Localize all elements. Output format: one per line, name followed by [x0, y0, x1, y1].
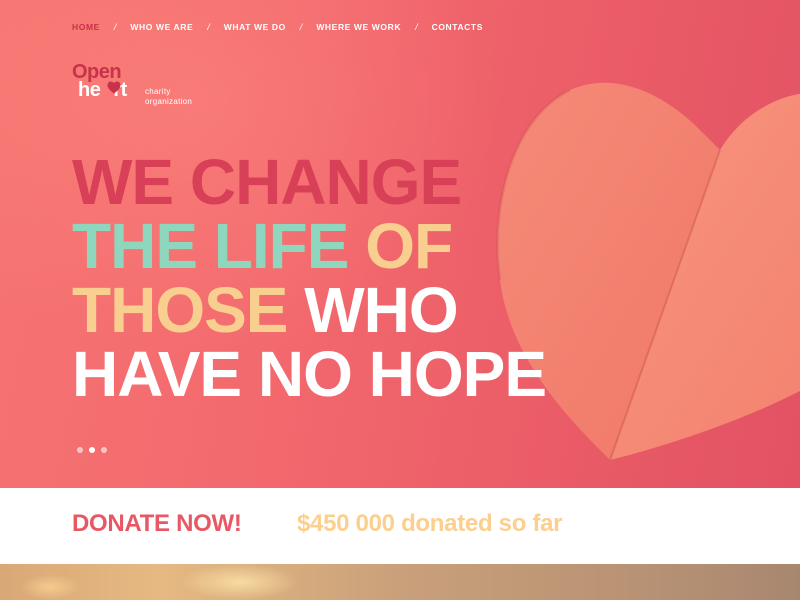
nav-separator: / [113, 22, 117, 32]
slider-dot-1[interactable] [77, 447, 83, 453]
headline-who: WHO [304, 274, 458, 346]
donate-bar: DONATE NOW! $450 000 donated so far [0, 488, 800, 564]
logo-tagline-line1: charity [145, 87, 171, 96]
logo-tagline-line2: organization [145, 97, 193, 106]
headline-the-life: THE LIFE [72, 210, 349, 282]
nav-who-we-are[interactable]: WHO WE ARE [130, 22, 193, 32]
heart-icon [107, 81, 121, 94]
nav-separator: / [207, 22, 210, 32]
site-logo[interactable]: Open he rt charity organization [72, 62, 212, 110]
headline-line-4: HAVE NO HOPE [72, 338, 547, 410]
nav-separator: / [415, 22, 418, 32]
nav-separator: / [299, 22, 303, 32]
headline-line-3: THOSE WHO [72, 278, 546, 342]
nav-contacts[interactable]: CONTACTS [432, 22, 483, 32]
nav-home[interactable]: HOME [72, 22, 100, 32]
nav-where-we-work[interactable]: WHERE WE WORK [316, 22, 401, 32]
headline-of: OF [365, 210, 453, 282]
donated-total-text: $450 000 donated so far [297, 510, 563, 537]
nav-what-we-do[interactable]: WHAT WE DO [224, 22, 286, 32]
headline-line-1: WE CHANGE [72, 146, 462, 218]
hero-headline: WE CHANGE THE LIFE OF THOSE WHO HAVE NO … [72, 146, 547, 410]
bokeh-light [20, 574, 80, 600]
bokeh-light [180, 564, 300, 600]
slider-dot-2[interactable] [89, 447, 95, 453]
headline-those: THOSE [72, 274, 288, 346]
slider-pagination [77, 447, 107, 453]
logo-tagline: charity organization [145, 87, 192, 107]
headline-line-2: THE LIFE OF [72, 214, 546, 278]
slider-dot-3[interactable] [101, 447, 107, 453]
main-nav: HOME / WHO WE ARE / WHAT WE DO / WHERE W… [72, 22, 483, 32]
logo-heart-start: he [78, 79, 101, 101]
hero-section: HOME / WHO WE ARE / WHAT WE DO / WHERE W… [0, 0, 800, 488]
donate-now-button[interactable]: DONATE NOW! [72, 510, 242, 538]
next-section-image [0, 564, 800, 600]
